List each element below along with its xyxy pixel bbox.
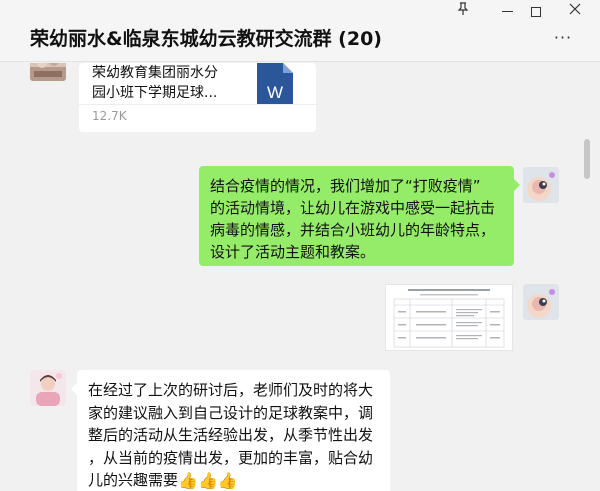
chat-window: 荣幼丽水&临泉东城幼云教研交流群 (20) ··· 荣幼教育集团丽水分 园小班下… <box>0 0 600 491</box>
sender-avatar[interactable] <box>30 370 66 406</box>
sent-text-message[interactable]: 结合疫情的情况，我们增加了“打败疫情” 的活动情境，让幼儿在游戏中感受一起抗击 … <box>199 166 520 266</box>
title-bar: 荣幼丽水&临泉东城幼云教研交流群 (20) ··· <box>0 0 600 62</box>
word-icon-letter: W <box>267 83 283 102</box>
minimize-button[interactable] <box>496 2 518 22</box>
received-text-message[interactable]: 在经过了上次的研讨后，老师们及时的将大 家的建议融入到自己设计的足球教案中，调 … <box>71 370 390 491</box>
maximize-button[interactable] <box>525 2 547 22</box>
sender-avatar[interactable] <box>30 63 66 81</box>
more-options-icon[interactable]: ··· <box>550 30 576 46</box>
word-document-icon: W <box>257 63 293 109</box>
message-last-line: 儿的兴趣需要 <box>88 471 179 489</box>
message-list[interactable]: 荣幼教育集团丽水分 园小班下学期足球... W 12.7K 结合疫情的情况，我们… <box>0 63 600 491</box>
chat-title: 荣幼丽水&临泉东城幼云教研交流群 (20) <box>30 28 382 50</box>
file-footer: 12.7K <box>79 104 316 132</box>
self-avatar[interactable] <box>523 167 559 203</box>
thumbs-up-emoji: 👍👍👍 <box>178 471 238 490</box>
sent-image-message[interactable] <box>385 284 513 351</box>
scrollbar-track[interactable] <box>584 63 592 491</box>
document-thumbnail <box>386 285 512 350</box>
self-avatar[interactable] <box>523 284 559 320</box>
close-button[interactable] <box>564 2 586 22</box>
scrollbar-thumb[interactable] <box>584 139 590 179</box>
pin-icon[interactable] <box>452 2 474 22</box>
file-name: 荣幼教育集团丽水分 园小班下学期足球... <box>92 65 218 101</box>
file-size: 12.7K <box>92 109 127 123</box>
